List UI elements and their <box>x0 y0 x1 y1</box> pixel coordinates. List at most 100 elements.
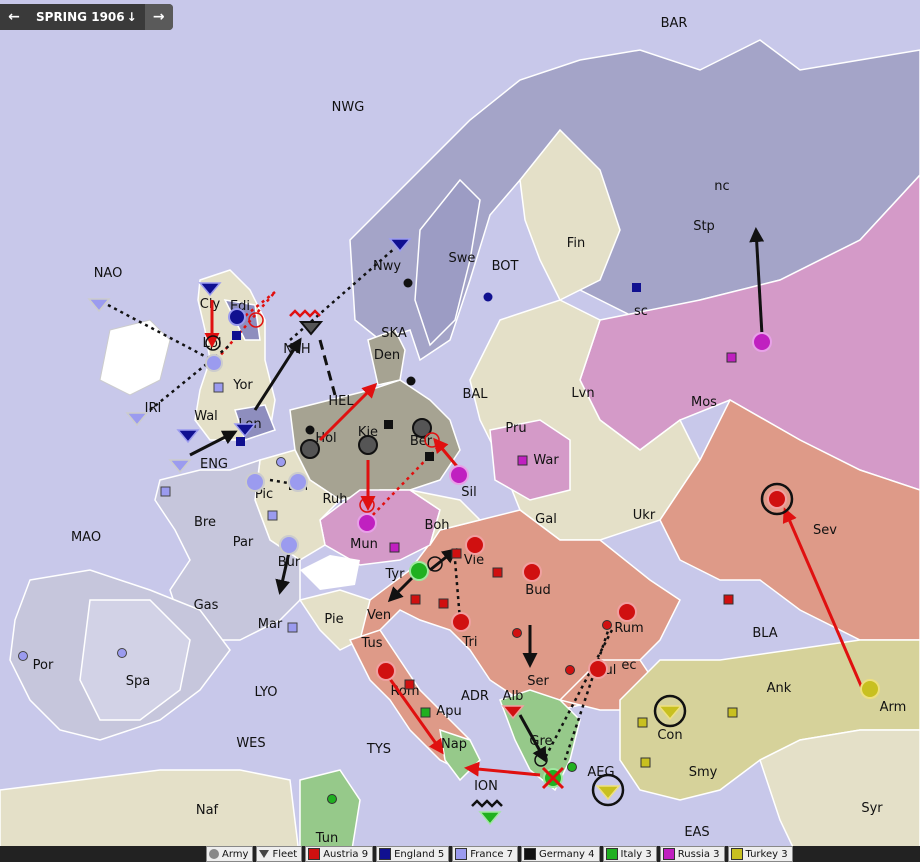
prev-phase-button[interactable]: ← <box>0 4 28 30</box>
region-label-tun: Tun <box>315 831 338 846</box>
legend-item-france: France 7 <box>452 846 519 862</box>
legend-label: England 5 <box>394 848 445 860</box>
region-label-boh: Boh <box>424 518 449 533</box>
next-phase-button[interactable]: → <box>144 4 173 30</box>
supply-center-lon <box>236 437 245 446</box>
phase-label: SPRING 1906 <box>36 10 125 24</box>
region-label-ruh: Ruh <box>323 492 348 507</box>
region-label-stp: Stp <box>693 219 715 234</box>
army-unit <box>288 472 308 492</box>
region-label-ven: Ven <box>367 608 391 623</box>
army-unit <box>205 354 223 372</box>
phase-navigation: ← SPRING 1906 ↓ → <box>0 4 173 30</box>
army-unit <box>376 661 396 681</box>
region-label-bud: Bud <box>525 583 550 598</box>
region-label-apu: Apu <box>436 704 461 719</box>
map-stage: BARNWGNAOClyEdiLplYorWalLonIRIENGNTHNwyS… <box>0 0 920 862</box>
region-label-adr: ADR <box>461 689 489 704</box>
supply-center-kie <box>384 420 393 429</box>
region-label-mun: Mun <box>350 537 378 552</box>
region-label-sil: Sil <box>461 485 476 500</box>
legend-item-russia: Russia 3 <box>659 846 725 862</box>
region-label-rum: Rum <box>614 621 643 636</box>
region-label-wes: WES <box>236 736 265 751</box>
region-label-lyo: LYO <box>255 685 278 700</box>
region-label-naf: Naf <box>196 803 219 818</box>
power-swatch <box>455 848 468 860</box>
region-label-ser: Ser <box>527 674 549 689</box>
supply-center-ser <box>512 628 522 638</box>
region-label-ska: SKA <box>381 326 407 341</box>
region-label-nc: nc <box>714 179 729 194</box>
region-label-gas: Gas <box>194 598 219 613</box>
supply-center-rum <box>602 620 612 630</box>
supply-center-bel <box>276 457 286 467</box>
supply-center-vie <box>451 548 462 559</box>
supply-center-war <box>517 455 528 466</box>
region-label-swe: Swe <box>449 251 476 266</box>
power-swatch <box>308 848 321 860</box>
legend-label: Italy 3 <box>620 848 652 860</box>
region-label-bre: Bre <box>194 515 216 530</box>
supply-center-rom <box>404 679 415 690</box>
region-label-ukr: Ukr <box>633 508 656 523</box>
phase-selector[interactable]: SPRING 1906 ↓ <box>28 10 145 24</box>
army-unit <box>300 439 320 459</box>
region-label-con: Con <box>657 728 682 743</box>
region-label-tri: Tri <box>462 635 478 650</box>
region-label-bot: BOT <box>492 259 519 274</box>
region-label-war: War <box>533 453 559 468</box>
power-swatch <box>524 848 537 860</box>
region-label-nwy: Nwy <box>373 259 401 274</box>
supply-center-spa <box>117 648 127 658</box>
legend-item-austria: Austria 9 <box>305 846 374 862</box>
army-unit <box>449 465 469 485</box>
army-unit <box>767 489 787 509</box>
region-label-eng: ENG <box>200 457 228 472</box>
legend-label: Austria 9 <box>323 848 369 860</box>
region-label-ec: ec <box>621 658 636 673</box>
supply-center-den <box>406 376 416 386</box>
region-label-tus: Tus <box>361 636 383 651</box>
supply-center-mos <box>726 352 737 363</box>
army-unit <box>860 679 880 699</box>
supply-center-ven <box>410 594 421 605</box>
army-unit <box>228 308 246 326</box>
region-label-fin: Fin <box>567 236 585 251</box>
army-unit <box>588 659 608 679</box>
region-label-eas: EAS <box>684 825 709 840</box>
legend-label: France 7 <box>470 848 514 860</box>
region-label-ion: ION <box>474 779 498 794</box>
army-unit <box>617 602 637 622</box>
region-label-cly: Cly <box>200 297 221 312</box>
army-unit <box>358 435 378 455</box>
legend-label: Russia 3 <box>677 848 720 860</box>
region-label-pie: Pie <box>324 612 343 627</box>
power-swatch <box>730 848 743 860</box>
supply-center-apu <box>420 707 431 718</box>
army-unit <box>451 612 471 632</box>
region-label-alb: Alb <box>503 689 524 704</box>
supply-center-stp <box>632 283 641 292</box>
region-label-bal: BAL <box>462 387 488 402</box>
legend-label: Germany 4 <box>539 848 595 860</box>
region-label-mos: Mos <box>691 395 717 410</box>
legend-item-england: England 5 <box>376 846 450 862</box>
supply-center-con <box>637 717 648 728</box>
supply-center-sev <box>723 594 734 605</box>
power-swatch <box>605 848 618 860</box>
arrow-down-icon: ↓ <box>126 10 137 24</box>
region-label-den: Den <box>374 348 400 363</box>
region-label-ank: Ank <box>767 681 792 696</box>
supply-center-gre <box>567 762 577 772</box>
arrow-right-icon: → <box>152 9 165 25</box>
region-label-sc: sc <box>634 304 648 319</box>
power-swatch <box>379 848 392 860</box>
diplomacy-map: BARNWGNAOClyEdiLplYorWalLonIRIENGNTHNwyS… <box>0 0 920 862</box>
supply-center-tri <box>438 598 449 609</box>
army-unit <box>752 332 772 352</box>
region-label-nwg: NWG <box>332 100 365 115</box>
region-label-nao: NAO <box>94 266 123 281</box>
region-label-bla: BLA <box>752 626 777 641</box>
supply-center-por <box>18 651 28 661</box>
